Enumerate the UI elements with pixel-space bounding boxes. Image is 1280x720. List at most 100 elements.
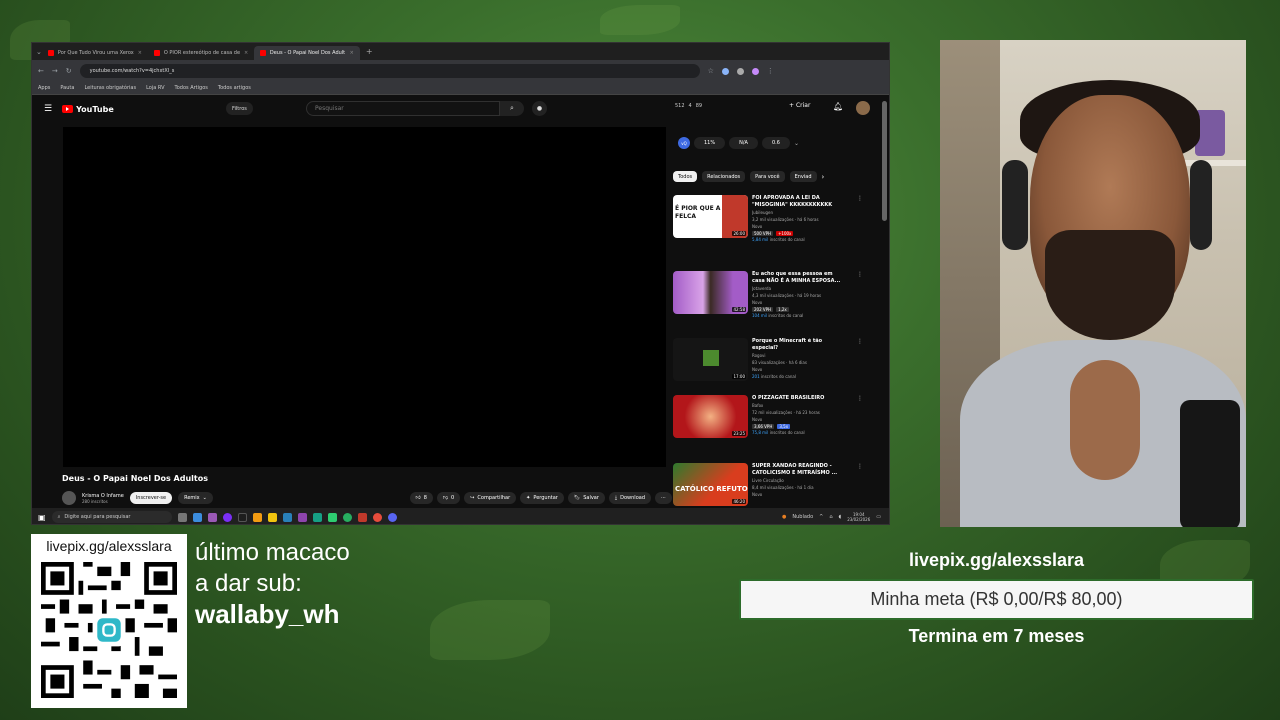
app-icon[interactable]: [237, 512, 247, 522]
new-tab-icon[interactable]: +: [366, 47, 373, 56]
more-options-icon[interactable]: ⋮: [857, 395, 863, 438]
app-icon[interactable]: [207, 512, 217, 522]
recommendation-channel[interactable]: Jubileugen: [752, 210, 847, 216]
browser-tab[interactable]: O PIOR estereótipo de casa de ×: [148, 46, 254, 60]
video-thumbnail[interactable]: É PIOR QUE A LEI FELCA 26:00: [673, 195, 748, 238]
more-actions-icon[interactable]: ⋯: [655, 492, 672, 504]
channel-avatar[interactable]: [62, 491, 76, 505]
chip-all[interactable]: Todos: [673, 171, 698, 182]
reload-icon[interactable]: ↻: [66, 67, 72, 75]
subscribe-button[interactable]: Inscrever-se: [129, 492, 173, 504]
filters-button[interactable]: Filtros: [226, 102, 253, 115]
extension-icon[interactable]: [736, 67, 744, 75]
windows-start-icon[interactable]: ▣: [38, 513, 46, 522]
bookmark-item[interactable]: Todos artigos: [218, 85, 251, 91]
app-icon[interactable]: [357, 512, 367, 522]
weather-text[interactable]: Nublado: [792, 514, 813, 520]
chevron-right-icon[interactable]: ›: [822, 173, 825, 181]
volume-icon[interactable]: ◖: [839, 514, 842, 520]
youtube-logo[interactable]: YouTube: [62, 105, 114, 114]
more-options-icon[interactable]: ⋮: [857, 338, 863, 381]
search-button[interactable]: ⌕: [500, 101, 524, 116]
save-button[interactable]: 🔖︎ Salvar: [567, 492, 605, 504]
like-button[interactable]: 👍︎ 8: [409, 492, 433, 504]
video-thumbnail[interactable]: CATÓLICO REFUTO 46:20: [673, 463, 748, 506]
forward-icon[interactable]: →: [52, 67, 58, 75]
page-scrollbar[interactable]: [882, 101, 887, 221]
recommendation-channel[interactable]: Rogovi: [752, 353, 847, 359]
chip-related[interactable]: Relacionados: [702, 171, 746, 182]
profile-icon[interactable]: [751, 67, 759, 75]
bookmark-item[interactable]: Todos Artigos: [175, 85, 208, 91]
voice-search-icon[interactable]: ●: [532, 101, 547, 116]
discord-icon[interactable]: [387, 512, 397, 522]
task-view-icon[interactable]: [177, 512, 187, 522]
notification-icon[interactable]: ▭: [876, 514, 881, 520]
browser-tab-active[interactable]: Deus - O Papai Noel Dos Adult ×: [253, 46, 360, 60]
app-icon[interactable]: [327, 512, 337, 522]
share-button[interactable]: ↪ Compartilhar: [464, 492, 517, 504]
bookmark-item[interactable]: Pauta: [60, 85, 74, 91]
notifications-bell-icon[interactable]: 🔔︎: [833, 102, 843, 111]
recommendation-title[interactable]: Porque o Minecraft é tão especial?: [752, 338, 847, 352]
download-button[interactable]: ⤓ Download: [608, 492, 651, 504]
video-thumbnail[interactable]: 17:00: [673, 338, 748, 381]
create-button[interactable]: + Criar: [789, 102, 810, 109]
menu-dots-icon[interactable]: ⋮: [767, 67, 774, 75]
recommendation-channel[interactable]: Livre Circulação: [752, 478, 847, 484]
taskbar-search-input[interactable]: ⌕ Digite aqui para pesquisar: [51, 511, 172, 523]
chip-uploaded[interactable]: Enviad: [789, 171, 817, 182]
search-input[interactable]: Pesquisar: [306, 101, 500, 116]
url-field[interactable]: youtube.com/watch?v=4jchxtXl_s: [79, 64, 700, 78]
tray-chevron-icon[interactable]: ^: [819, 514, 823, 520]
extension-icon[interactable]: [721, 67, 729, 75]
dislike-button[interactable]: 👎︎ 0: [436, 492, 461, 504]
recommendation-title[interactable]: FOI APROVADA A LEI DA "MISOGINIA" KKKKKK…: [752, 195, 847, 209]
recommendation-item[interactable]: É PIOR QUE A LEI FELCA 26:00 FOI APROVAD…: [673, 195, 863, 242]
chevron-down-icon[interactable]: ⌄: [794, 140, 799, 147]
recommendation-title[interactable]: SUPER XANDÃO REAGINDO - CATOLICISMO E MI…: [752, 463, 847, 477]
recommendation-item[interactable]: CATÓLICO REFUTO 46:20 SUPER XANDÃO REAGI…: [673, 463, 863, 506]
bookmark-item[interactable]: Leituras obrigatórias: [84, 85, 136, 91]
clock[interactable]: 19:04 23/02/2026: [847, 512, 870, 522]
recommendation-channel[interactable]: Jotaverda: [752, 286, 847, 292]
browser-tab[interactable]: Por Que Tudo Virou uma Xerox ×: [42, 46, 148, 60]
app-icon[interactable]: [282, 512, 292, 522]
tab-search-icon[interactable]: ⌄: [36, 48, 42, 56]
qr-code-icon[interactable]: [41, 562, 177, 698]
close-tab-icon[interactable]: ×: [350, 50, 354, 56]
recommendation-item[interactable]: 17:00 Porque o Minecraft é tão especial?…: [673, 338, 863, 381]
recommendation-views: 72 mil visualizações · há 23 horas: [752, 410, 820, 415]
network-icon[interactable]: ⌂: [829, 514, 832, 520]
recommendation-item[interactable]: 42:58 Eu acho que essa pessoa em casa NÃ…: [673, 271, 863, 318]
close-tab-icon[interactable]: ×: [244, 50, 248, 56]
recommendation-title[interactable]: O PIZZAGATE BRASILEIRO: [752, 395, 847, 402]
video-thumbnail[interactable]: 23:25: [673, 395, 748, 438]
back-icon[interactable]: ←: [38, 67, 44, 75]
more-options-icon[interactable]: ⋮: [857, 463, 863, 506]
file-explorer-icon[interactable]: [267, 512, 277, 522]
account-avatar[interactable]: [856, 101, 870, 115]
app-icon[interactable]: [372, 512, 382, 522]
app-icon[interactable]: [297, 512, 307, 522]
bookmark-apps[interactable]: Apps: [38, 85, 50, 91]
ask-button[interactable]: ✦ Perguntar: [520, 492, 564, 504]
more-options-icon[interactable]: ⋮: [857, 271, 863, 318]
star-icon[interactable]: ☆: [708, 67, 714, 75]
recommendation-item[interactable]: 23:25 O PIZZAGATE BRASILEIRO Bafox 72 mi…: [673, 395, 863, 438]
bookmark-item[interactable]: Loja RV: [146, 85, 164, 91]
app-icon[interactable]: [312, 512, 322, 522]
video-thumbnail[interactable]: 42:58: [673, 271, 748, 314]
recommendation-channel[interactable]: Bafox: [752, 403, 847, 409]
remix-button[interactable]: Remix ⌄: [178, 492, 213, 504]
hamburger-menu-icon[interactable]: ☰: [44, 104, 52, 114]
close-tab-icon[interactable]: ×: [138, 50, 142, 56]
app-icon[interactable]: [252, 512, 262, 522]
more-options-icon[interactable]: ⋮: [857, 195, 863, 242]
chip-for-you[interactable]: Para você: [750, 171, 785, 182]
chrome-icon[interactable]: [342, 512, 352, 522]
app-icon[interactable]: [222, 512, 232, 522]
app-icon[interactable]: [192, 512, 202, 522]
recommendation-title[interactable]: Eu acho que essa pessoa em casa NÃO É A …: [752, 271, 847, 285]
video-player[interactable]: [63, 127, 666, 467]
